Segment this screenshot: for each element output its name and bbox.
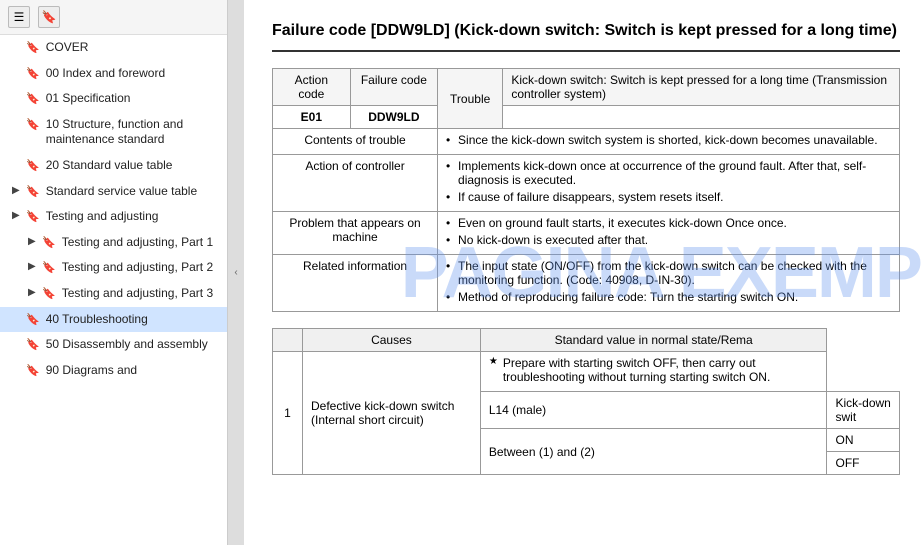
bookmark-icon: 🔖 (42, 236, 56, 250)
bookmark-icon: 🔖 (42, 287, 56, 301)
sidebar-item-testing-part2[interactable]: ▶ 🔖 Testing and adjusting, Part 2 (0, 255, 227, 281)
col-trouble: Trouble (438, 69, 503, 129)
info-row-label: Problem that appears on machine (273, 212, 438, 255)
info-bullet: Implements kick-down once at occurrence … (446, 159, 891, 187)
bookmark-icon: 🔖 (26, 364, 40, 378)
sidebar-item-01-spec[interactable]: 🔖 01 Specification (0, 86, 227, 112)
info-row-content: The input state (ON/OFF) from the kick-d… (438, 255, 900, 312)
info-bullet: The input state (ON/OFF) from the kick-d… (446, 259, 891, 287)
sidebar-item-testing-part3[interactable]: ▶ 🔖 Testing and adjusting, Part 3 (0, 281, 227, 307)
bookmark-icon: 🔖 (26, 41, 40, 55)
bookmark-icon: 🔖 (42, 261, 56, 275)
expand-arrow-icon[interactable]: ▶ (12, 209, 22, 222)
sidebar-item-standard-service[interactable]: ▶ 🔖 Standard service value table (0, 179, 227, 205)
causes-table: Causes Standard value in normal state/Re… (272, 328, 900, 475)
num-header (273, 329, 303, 352)
info-row: Contents of trouble Since the kick-down s… (273, 129, 900, 155)
sidebar-collapse-button[interactable]: ‹ (228, 0, 244, 545)
bookmark-icon: 🔖 (26, 338, 40, 352)
info-row-content: Since the kick-down switch system is sho… (438, 129, 900, 155)
info-row-label: Contents of trouble (273, 129, 438, 155)
cause-number: 1 (273, 352, 303, 475)
col-trouble-desc: Kick-down switch: Switch is kept pressed… (503, 69, 900, 106)
expand-arrow-icon[interactable]: ▶ (28, 235, 38, 248)
info-row-content: Even on ground fault starts, it executes… (438, 212, 900, 255)
sidebar-item-label: Testing and adjusting, Part 2 (62, 260, 219, 276)
bookmark-icon[interactable]: 🔖 (38, 6, 60, 28)
action-code-value: E01 (273, 106, 351, 129)
cause-prepare-note: Prepare with starting switch OFF, then c… (480, 352, 827, 392)
cause-off-value: OFF (827, 452, 900, 475)
expand-arrow-icon[interactable]: ▶ (28, 260, 38, 273)
expand-arrow-icon[interactable]: ▶ (28, 286, 38, 299)
sidebar-item-label: 01 Specification (46, 91, 219, 107)
cause-on-value: ON (827, 429, 900, 452)
info-row-content: Implements kick-down once at occurrence … (438, 155, 900, 212)
bookmark-icon: 🔖 (26, 118, 40, 132)
sidebar-item-label: Testing and adjusting, Part 1 (62, 235, 219, 251)
sidebar-item-label: 20 Standard value table (46, 158, 219, 174)
bookmark-icon: 🔖 (26, 67, 40, 81)
info-table: Action code Failure code Trouble Kick-do… (272, 68, 900, 312)
expand-arrow-icon[interactable]: ▶ (12, 184, 22, 197)
standard-header: Standard value in normal state/Rema (480, 329, 827, 352)
sidebar-item-20-standard[interactable]: 🔖 20 Standard value table (0, 153, 227, 179)
sidebar-item-label: Testing and adjusting, Part 3 (62, 286, 219, 302)
sidebar-item-label: 90 Diagrams and (46, 363, 219, 379)
info-bullet: No kick-down is executed after that. (446, 233, 891, 247)
bookmark-icon: 🔖 (26, 210, 40, 224)
menu-icon[interactable]: ☰ (8, 6, 30, 28)
sidebar-item-label: 40 Troubleshooting (46, 312, 219, 328)
sidebar-item-label: 50 Disassembly and assembly (46, 337, 219, 353)
main-content: Failure code [DDW9LD] (Kick-down switch:… (244, 0, 924, 545)
bookmark-icon: 🔖 (26, 185, 40, 199)
sidebar-item-00-index[interactable]: 🔖 00 Index and foreword (0, 61, 227, 87)
sidebar-item-label: Testing and adjusting (46, 209, 219, 225)
cause-kickdown-value: Kick-down swit (827, 392, 900, 429)
info-bullet: Method of reproducing failure code: Turn… (446, 290, 891, 304)
sidebar-item-testing-adjusting[interactable]: ▶ 🔖 Testing and adjusting (0, 204, 227, 230)
sidebar-item-cover[interactable]: 🔖 COVER (0, 35, 227, 61)
col-failure-code: Failure code (350, 69, 437, 106)
sidebar-item-label: 10 Structure, function and maintenance s… (46, 117, 219, 148)
trouble-desc-empty (503, 106, 900, 129)
sidebar-nav: 🔖 COVER 🔖 00 Index and foreword 🔖 01 Specific… (0, 35, 227, 545)
sidebar-item-40-troubleshooting[interactable]: 🔖 40 Troubleshooting (0, 307, 227, 333)
cause-between-label: Between (1) and (2) (480, 429, 827, 475)
info-row: Action of controller Implements kick-down… (273, 155, 900, 212)
sidebar-item-testing-part1[interactable]: ▶ 🔖 Testing and adjusting, Part 1 (0, 230, 227, 256)
sidebar-item-label: Standard service value table (46, 184, 219, 200)
cause-l14-label: L14 (male) (480, 392, 827, 429)
sidebar-item-label: COVER (46, 40, 219, 56)
failure-code-value: DDW9LD (350, 106, 437, 129)
causes-header: Causes (303, 329, 481, 352)
chevron-left-icon: ‹ (234, 267, 237, 278)
sidebar-item-label: 00 Index and foreword (46, 66, 219, 82)
bookmark-icon: 🔖 (26, 313, 40, 327)
sidebar-toolbar: ☰ 🔖 (0, 0, 227, 35)
bookmark-icon: 🔖 (26, 159, 40, 173)
info-row: Related information The input state (ON/O… (273, 255, 900, 312)
cause-description: Defective kick-down switch (Internal sho… (303, 352, 481, 475)
info-row: Problem that appears on machine Even on g… (273, 212, 900, 255)
causes-row: 1Defective kick-down switch (Internal sh… (273, 352, 900, 392)
page-title: Failure code [DDW9LD] (Kick-down switch:… (272, 20, 900, 52)
sidebar: ☰ 🔖 🔖 COVER 🔖 00 Index and foreword 🔖 01 Spec… (0, 0, 228, 545)
info-bullet: Since the kick-down switch system is sho… (446, 133, 891, 147)
col-action-code: Action code (273, 69, 351, 106)
sidebar-item-90-diagrams[interactable]: 🔖 90 Diagrams and (0, 358, 227, 384)
sidebar-item-50-disassembly[interactable]: 🔖 50 Disassembly and assembly (0, 332, 227, 358)
sidebar-item-10-structure[interactable]: 🔖 10 Structure, function and maintenance … (0, 112, 227, 153)
prepare-note-item: Prepare with starting switch OFF, then c… (489, 356, 819, 384)
info-bullet: If cause of failure disappears, system r… (446, 190, 891, 204)
info-row-label: Action of controller (273, 155, 438, 212)
info-bullet: Even on ground fault starts, it executes… (446, 216, 891, 230)
info-row-label: Related information (273, 255, 438, 312)
bookmark-icon: 🔖 (26, 92, 40, 106)
